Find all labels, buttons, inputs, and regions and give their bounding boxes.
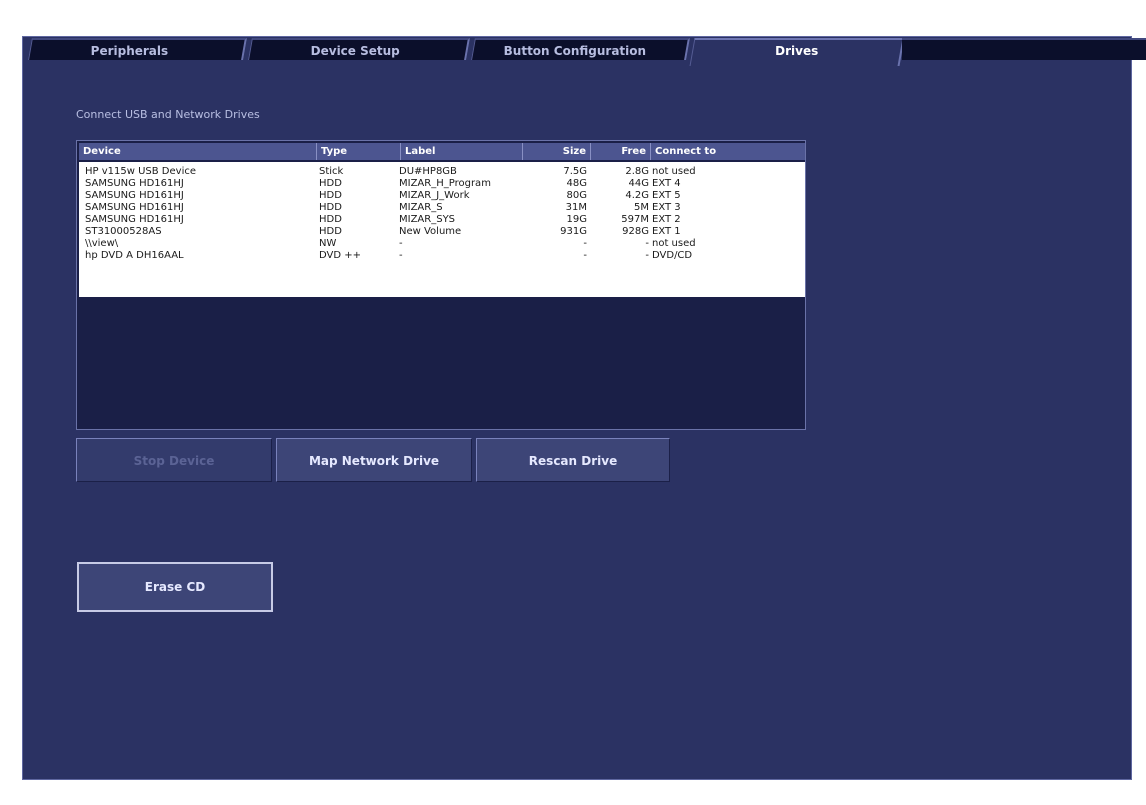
erase-cd-button[interactable]: Erase CD: [77, 562, 273, 612]
column-header-free[interactable]: Free: [591, 143, 651, 160]
cell-device: SAMSUNG HD161HJ: [85, 214, 184, 225]
cell-label: MIZAR_J_Work: [399, 190, 470, 201]
cell-device: SAMSUNG HD161HJ: [85, 190, 184, 201]
cell-device: ST31000528AS: [85, 226, 162, 237]
cell-type: HDD: [319, 178, 342, 189]
cell-device: \\view\: [85, 238, 119, 249]
cell-label: -: [399, 238, 403, 249]
cell-label: -: [399, 250, 403, 261]
cell-free: 44G: [628, 178, 649, 189]
tab-bar-filler: [902, 38, 1146, 60]
tab-peripherals-label: Peripherals: [90, 44, 169, 58]
table-body: HP v115w USB Device Stick DU#HP8GB 7.5G …: [79, 162, 805, 297]
cell-connect-to: EXT 5: [652, 190, 681, 201]
cell-device: HP v115w USB Device: [85, 166, 196, 177]
screen: Peripherals Device Setup Button Configur…: [0, 0, 1146, 805]
cell-type: Stick: [319, 166, 344, 177]
cell-size: -: [583, 250, 587, 261]
rescan-drive-button[interactable]: Rescan Drive: [476, 438, 670, 482]
table-row[interactable]: \\view\ NW - - - not used: [79, 238, 805, 250]
cell-free: 597M: [621, 214, 649, 225]
tab-button-configuration-label: Button Configuration: [503, 44, 647, 58]
column-header-device[interactable]: Device: [79, 143, 317, 160]
table-row[interactable]: ST31000528AS HDD New Volume 931G 928G EX…: [79, 226, 805, 238]
table-row[interactable]: SAMSUNG HD161HJ HDD MIZAR_J_Work 80G 4.2…: [79, 190, 805, 202]
table-row[interactable]: SAMSUNG HD161HJ HDD MIZAR_SYS 19G 597M E…: [79, 214, 805, 226]
tab-drives[interactable]: Drives: [689, 38, 905, 66]
cell-connect-to: EXT 4: [652, 178, 681, 189]
cell-type: HDD: [319, 214, 342, 225]
column-header-connect-to[interactable]: Connect to: [651, 143, 805, 160]
table-row[interactable]: SAMSUNG HD161HJ HDD MIZAR_S 31M 5M EXT 3: [79, 202, 805, 214]
cell-label: MIZAR_S: [399, 202, 443, 213]
tab-device-setup[interactable]: Device Setup: [248, 38, 470, 60]
cell-device: SAMSUNG HD161HJ: [85, 178, 184, 189]
cell-size: 931G: [560, 226, 587, 237]
cell-free: 4.2G: [625, 190, 649, 201]
cell-label: DU#HP8GB: [399, 166, 457, 177]
cell-label: MIZAR_SYS: [399, 214, 456, 225]
drives-table[interactable]: Device Type Label Size Free Connect to H…: [76, 140, 806, 430]
cell-free: -: [645, 250, 649, 261]
column-header-label[interactable]: Label: [401, 143, 523, 160]
cell-connect-to: EXT 3: [652, 202, 681, 213]
column-header-size[interactable]: Size: [523, 143, 591, 160]
cell-device: hp DVD A DH16AAL: [85, 250, 184, 261]
tab-device-setup-label: Device Setup: [310, 44, 400, 58]
cell-type: DVD ++: [319, 250, 362, 261]
cell-size: 31M: [565, 202, 587, 213]
stop-device-button[interactable]: Stop Device: [76, 438, 272, 482]
table-row[interactable]: hp DVD A DH16AAL DVD ++ - - - DVD/CD: [79, 250, 805, 262]
cell-type: HDD: [319, 202, 342, 213]
cell-label: MIZAR_H_Program: [399, 178, 491, 189]
cell-size: 7.5G: [563, 166, 587, 177]
cell-size: 48G: [566, 178, 587, 189]
tab-button-configuration[interactable]: Button Configuration: [471, 38, 690, 60]
tab-bar: Peripherals Device Setup Button Configur…: [28, 38, 1146, 66]
table-header: Device Type Label Size Free Connect to: [79, 143, 805, 160]
map-network-drive-button[interactable]: Map Network Drive: [276, 438, 472, 482]
table-row[interactable]: SAMSUNG HD161HJ HDD MIZAR_H_Program 48G …: [79, 178, 805, 190]
cell-size: -: [583, 238, 587, 249]
cell-connect-to: not used: [652, 166, 696, 177]
cell-label: New Volume: [399, 226, 462, 237]
tab-peripherals[interactable]: Peripherals: [28, 38, 247, 60]
cell-connect-to: not used: [652, 238, 696, 249]
cell-size: 80G: [566, 190, 587, 201]
column-header-type[interactable]: Type: [317, 143, 401, 160]
cell-connect-to: EXT 2: [652, 214, 681, 225]
cell-free: -: [645, 238, 649, 249]
cell-connect-to: DVD/CD: [652, 250, 693, 261]
tab-drives-label: Drives: [775, 44, 819, 58]
cell-size: 19G: [566, 214, 587, 225]
cell-connect-to: EXT 1: [652, 226, 681, 237]
cell-free: 928G: [622, 226, 649, 237]
table-row[interactable]: HP v115w USB Device Stick DU#HP8GB 7.5G …: [79, 166, 805, 178]
cell-free: 2.8G: [625, 166, 649, 177]
cell-type: HDD: [319, 190, 342, 201]
cell-device: SAMSUNG HD161HJ: [85, 202, 184, 213]
cell-free: 5M: [634, 202, 649, 213]
cell-type: NW: [319, 238, 337, 249]
cell-type: HDD: [319, 226, 342, 237]
section-title: Connect USB and Network Drives: [76, 108, 260, 121]
